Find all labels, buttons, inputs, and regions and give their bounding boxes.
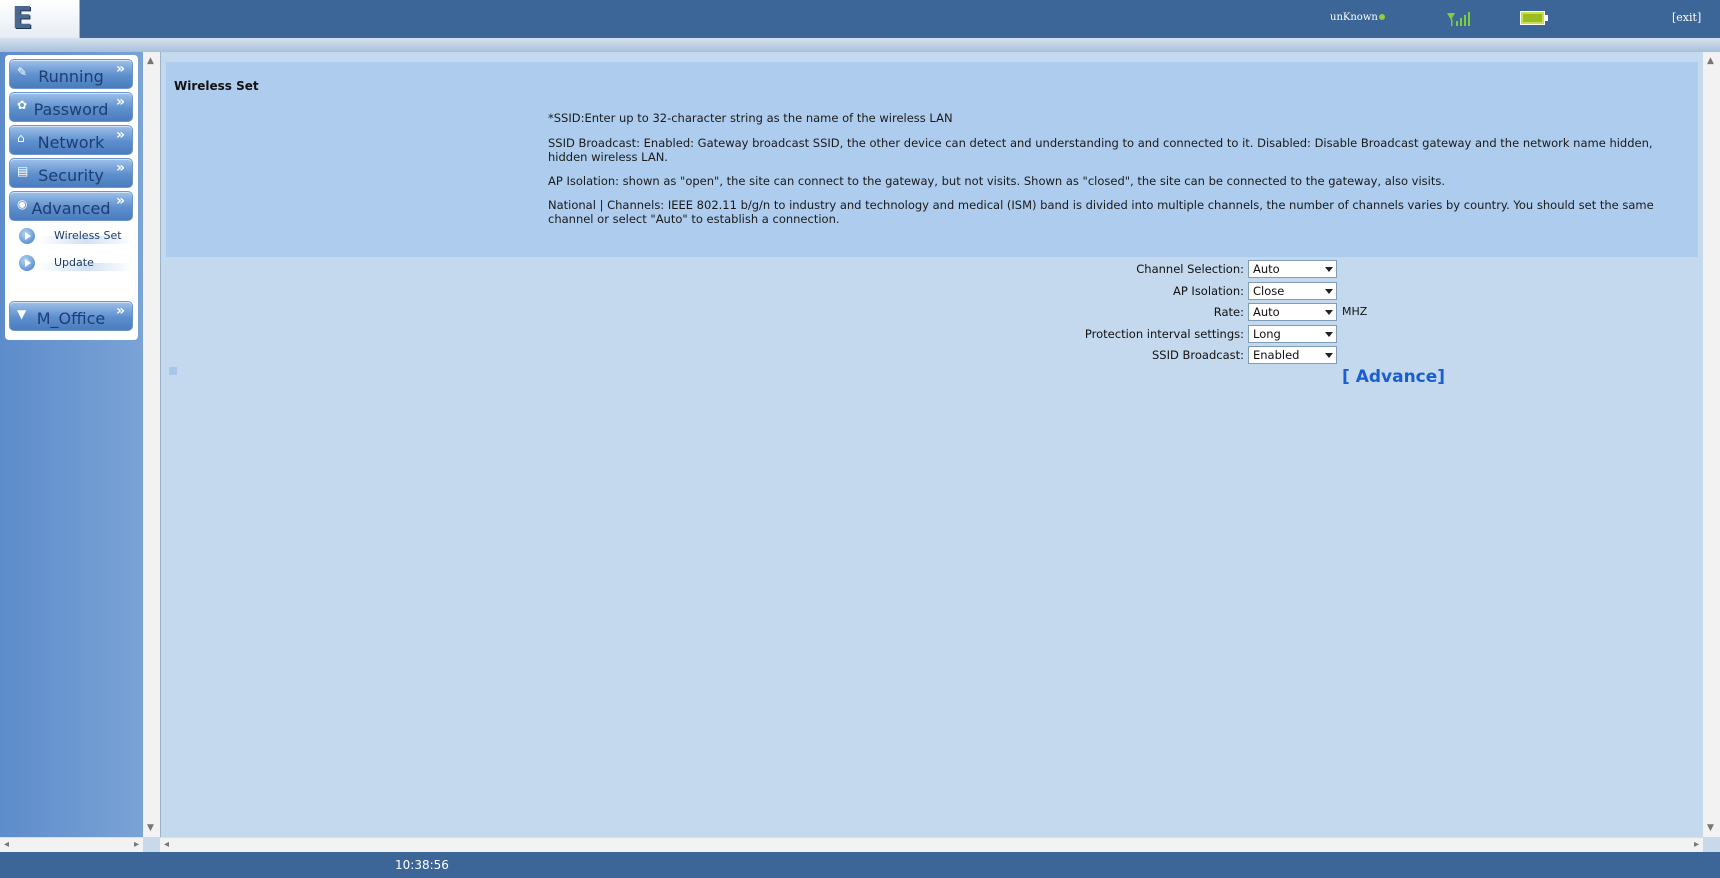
ssid-broadcast-row: SSID Broadcast: Enabled <box>161 345 1704 365</box>
double-chevron-icon: » <box>115 193 125 209</box>
play-bullet-icon <box>19 255 35 271</box>
rate-row: Rate: Auto MHZ <box>161 302 1704 322</box>
menu-label: Password <box>33 100 109 119</box>
submenu-label: Update <box>54 256 94 269</box>
double-chevron-icon: » <box>115 160 125 176</box>
double-chevron-icon: » <box>115 303 125 319</box>
menu-advanced-button[interactable]: ◉ Advanced » <box>9 191 133 221</box>
top-header: E 6 unKnown [exit] <box>0 0 1720 71</box>
help-ssid-broadcast: SSID Broadcast: Enabled: Gateway broadca… <box>548 136 1653 164</box>
help-panel: Wireless Set *SSID:Enter up to 32-charac… <box>166 62 1698 257</box>
scroll-down-icon[interactable]: ▼ <box>1707 823 1714 833</box>
header-strip <box>0 38 1720 52</box>
dropdown-caret-icon <box>1325 289 1333 294</box>
help-ssid: *SSID:Enter up to 32-character string as… <box>548 111 953 125</box>
menu-network-button[interactable]: ⌂ Network » <box>9 125 133 155</box>
scroll-left-icon[interactable]: ◂ <box>4 839 9 850</box>
select-value: Enabled <box>1253 348 1300 362</box>
select-value: Auto <box>1253 305 1280 319</box>
scroll-left-icon[interactable]: ◂ <box>164 839 169 850</box>
select-value: Close <box>1253 284 1285 298</box>
page-title: Wireless Set <box>174 79 259 93</box>
dropdown-caret-icon <box>1325 310 1333 315</box>
scroll-right-icon[interactable]: ▸ <box>1694 839 1699 850</box>
menu-label: Security <box>38 166 104 185</box>
scroll-up-icon[interactable]: ▲ <box>1707 56 1714 66</box>
exit-link[interactable]: [exit] <box>1672 11 1701 24</box>
battery-icon <box>1520 11 1548 25</box>
menu-panel: ✎ Running » ✿ Password » ⌂ Network » ▤ S… <box>5 55 138 340</box>
clock-time: 10:38:56 <box>395 858 449 872</box>
rate-label: Rate: <box>1213 305 1244 319</box>
double-chevron-icon: » <box>115 61 125 77</box>
rate-select[interactable]: Auto <box>1248 303 1337 321</box>
ap-isolation-row: AP Isolation: Close <box>161 281 1704 301</box>
submenu-wireless-set[interactable]: Wireless Set <box>15 225 133 247</box>
status-dot-icon <box>1379 14 1385 20</box>
content-frame: Wireless Set *SSID:Enter up to 32-charac… <box>160 52 1703 837</box>
protection-interval-select[interactable]: Long <box>1248 325 1337 343</box>
protection-interval-label: Protection interval settings: <box>1084 327 1244 341</box>
dropdown-caret-icon <box>1325 267 1333 272</box>
dropdown-caret-icon <box>1325 353 1333 358</box>
menu-security-button[interactable]: ▤ Security » <box>9 158 133 188</box>
channel-selection-label: Channel Selection: <box>1136 262 1244 276</box>
sidebar-vertical-scrollbar[interactable]: ▲ ▼ <box>143 52 160 837</box>
placeholder-square <box>169 367 177 375</box>
channel-selection-select[interactable]: Auto <box>1248 260 1337 278</box>
signal-strength-icon <box>1447 12 1470 26</box>
footer-bar: 10:38:56 <box>0 852 1720 878</box>
connection-status: unKnown <box>1330 12 1378 23</box>
dropdown-caret-icon <box>1325 332 1333 337</box>
content-horizontal-scrollbar[interactable]: ◂ ▸ <box>160 837 1703 852</box>
content-vertical-scrollbar[interactable]: ▲ ▼ <box>1703 52 1720 837</box>
protection-interval-row: Protection interval settings: Long <box>161 324 1704 344</box>
menu-label: Network <box>37 133 105 152</box>
channel-selection-row: Channel Selection: Auto <box>161 259 1704 279</box>
menu-label: Advanced <box>31 199 111 218</box>
ap-isolation-label: AP Isolation: <box>1172 284 1244 298</box>
menu-running-button[interactable]: ✎ Running » <box>9 59 133 89</box>
menu-password-button[interactable]: ✿ Password » <box>9 92 133 122</box>
submenu-label: Wireless Set <box>54 229 122 242</box>
ssid-broadcast-label: SSID Broadcast: <box>1152 348 1244 362</box>
menu-label: M_Office <box>36 309 106 328</box>
sidebar: ✎ Running » ✿ Password » ⌂ Network » ▤ S… <box>0 52 143 852</box>
advance-link[interactable]: [ Advance] <box>1342 367 1445 387</box>
ap-isolation-select[interactable]: Close <box>1248 282 1337 300</box>
submenu-update[interactable]: Update <box>15 252 133 274</box>
double-chevron-icon: » <box>115 127 125 143</box>
select-value: Long <box>1253 327 1281 341</box>
scroll-right-icon[interactable]: ▸ <box>134 839 139 850</box>
scroll-up-icon[interactable]: ▲ <box>147 56 154 66</box>
select-value: Auto <box>1253 262 1280 276</box>
menu-m-office-button[interactable]: ▼ M_Office » <box>9 301 133 331</box>
help-ap-isolation: AP Isolation: shown as "open", the site … <box>548 174 1446 188</box>
rate-unit: MHZ <box>1342 305 1368 318</box>
play-bullet-icon <box>19 228 35 244</box>
scroll-down-icon[interactable]: ▼ <box>147 823 154 833</box>
ssid-broadcast-select[interactable]: Enabled <box>1248 346 1337 364</box>
menu-label: Running <box>38 67 104 86</box>
help-channels: National | Channels: IEEE 802.11 b/g/n t… <box>548 198 1654 226</box>
double-chevron-icon: » <box>115 94 125 110</box>
sidebar-horizontal-scrollbar[interactable]: ◂ ▸ <box>0 837 143 852</box>
logo: E 6 <box>0 0 80 71</box>
